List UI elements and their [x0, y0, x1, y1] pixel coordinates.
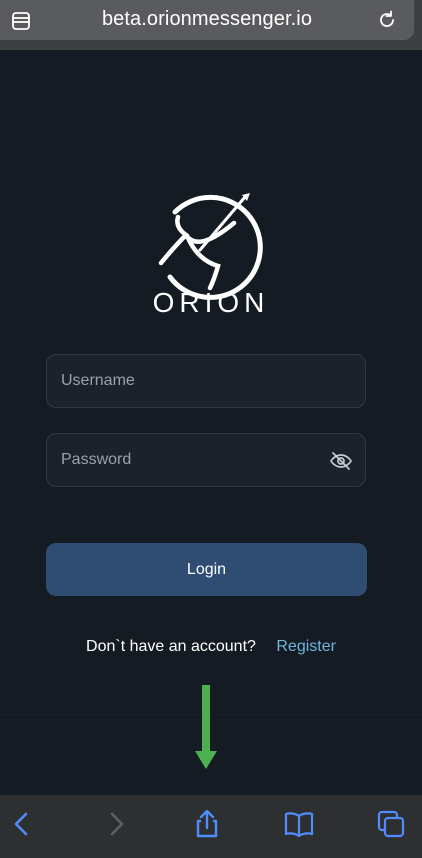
eye-off-icon[interactable]	[329, 449, 353, 473]
tabs-overview-icon[interactable]	[375, 808, 407, 840]
page-content	[0, 50, 422, 795]
book-icon[interactable]	[283, 808, 315, 840]
username-field[interactable]	[46, 354, 366, 408]
orion-wordmark: ORION	[152, 287, 270, 318]
register-link[interactable]: Register	[276, 638, 336, 655]
url-bar[interactable]: beta.orionmessenger.io	[0, 0, 414, 40]
register-row: Don`t have an account? Register	[0, 638, 422, 656]
url-text[interactable]: beta.orionmessenger.io	[0, 8, 414, 31]
forward-icon[interactable]	[100, 808, 132, 840]
share-icon[interactable]	[191, 808, 223, 840]
password-field[interactable]	[46, 433, 366, 487]
browser-toolbar	[0, 795, 422, 858]
reload-icon[interactable]	[376, 9, 398, 31]
login-button[interactable]: Login	[46, 543, 367, 596]
back-icon[interactable]	[6, 808, 38, 840]
register-prompt: Don`t have an account?	[86, 638, 256, 655]
password-input[interactable]	[47, 434, 365, 486]
browser-address-bar: beta.orionmessenger.io	[0, 0, 422, 50]
down-arrow-icon	[195, 685, 217, 769]
username-input[interactable]	[47, 355, 365, 407]
